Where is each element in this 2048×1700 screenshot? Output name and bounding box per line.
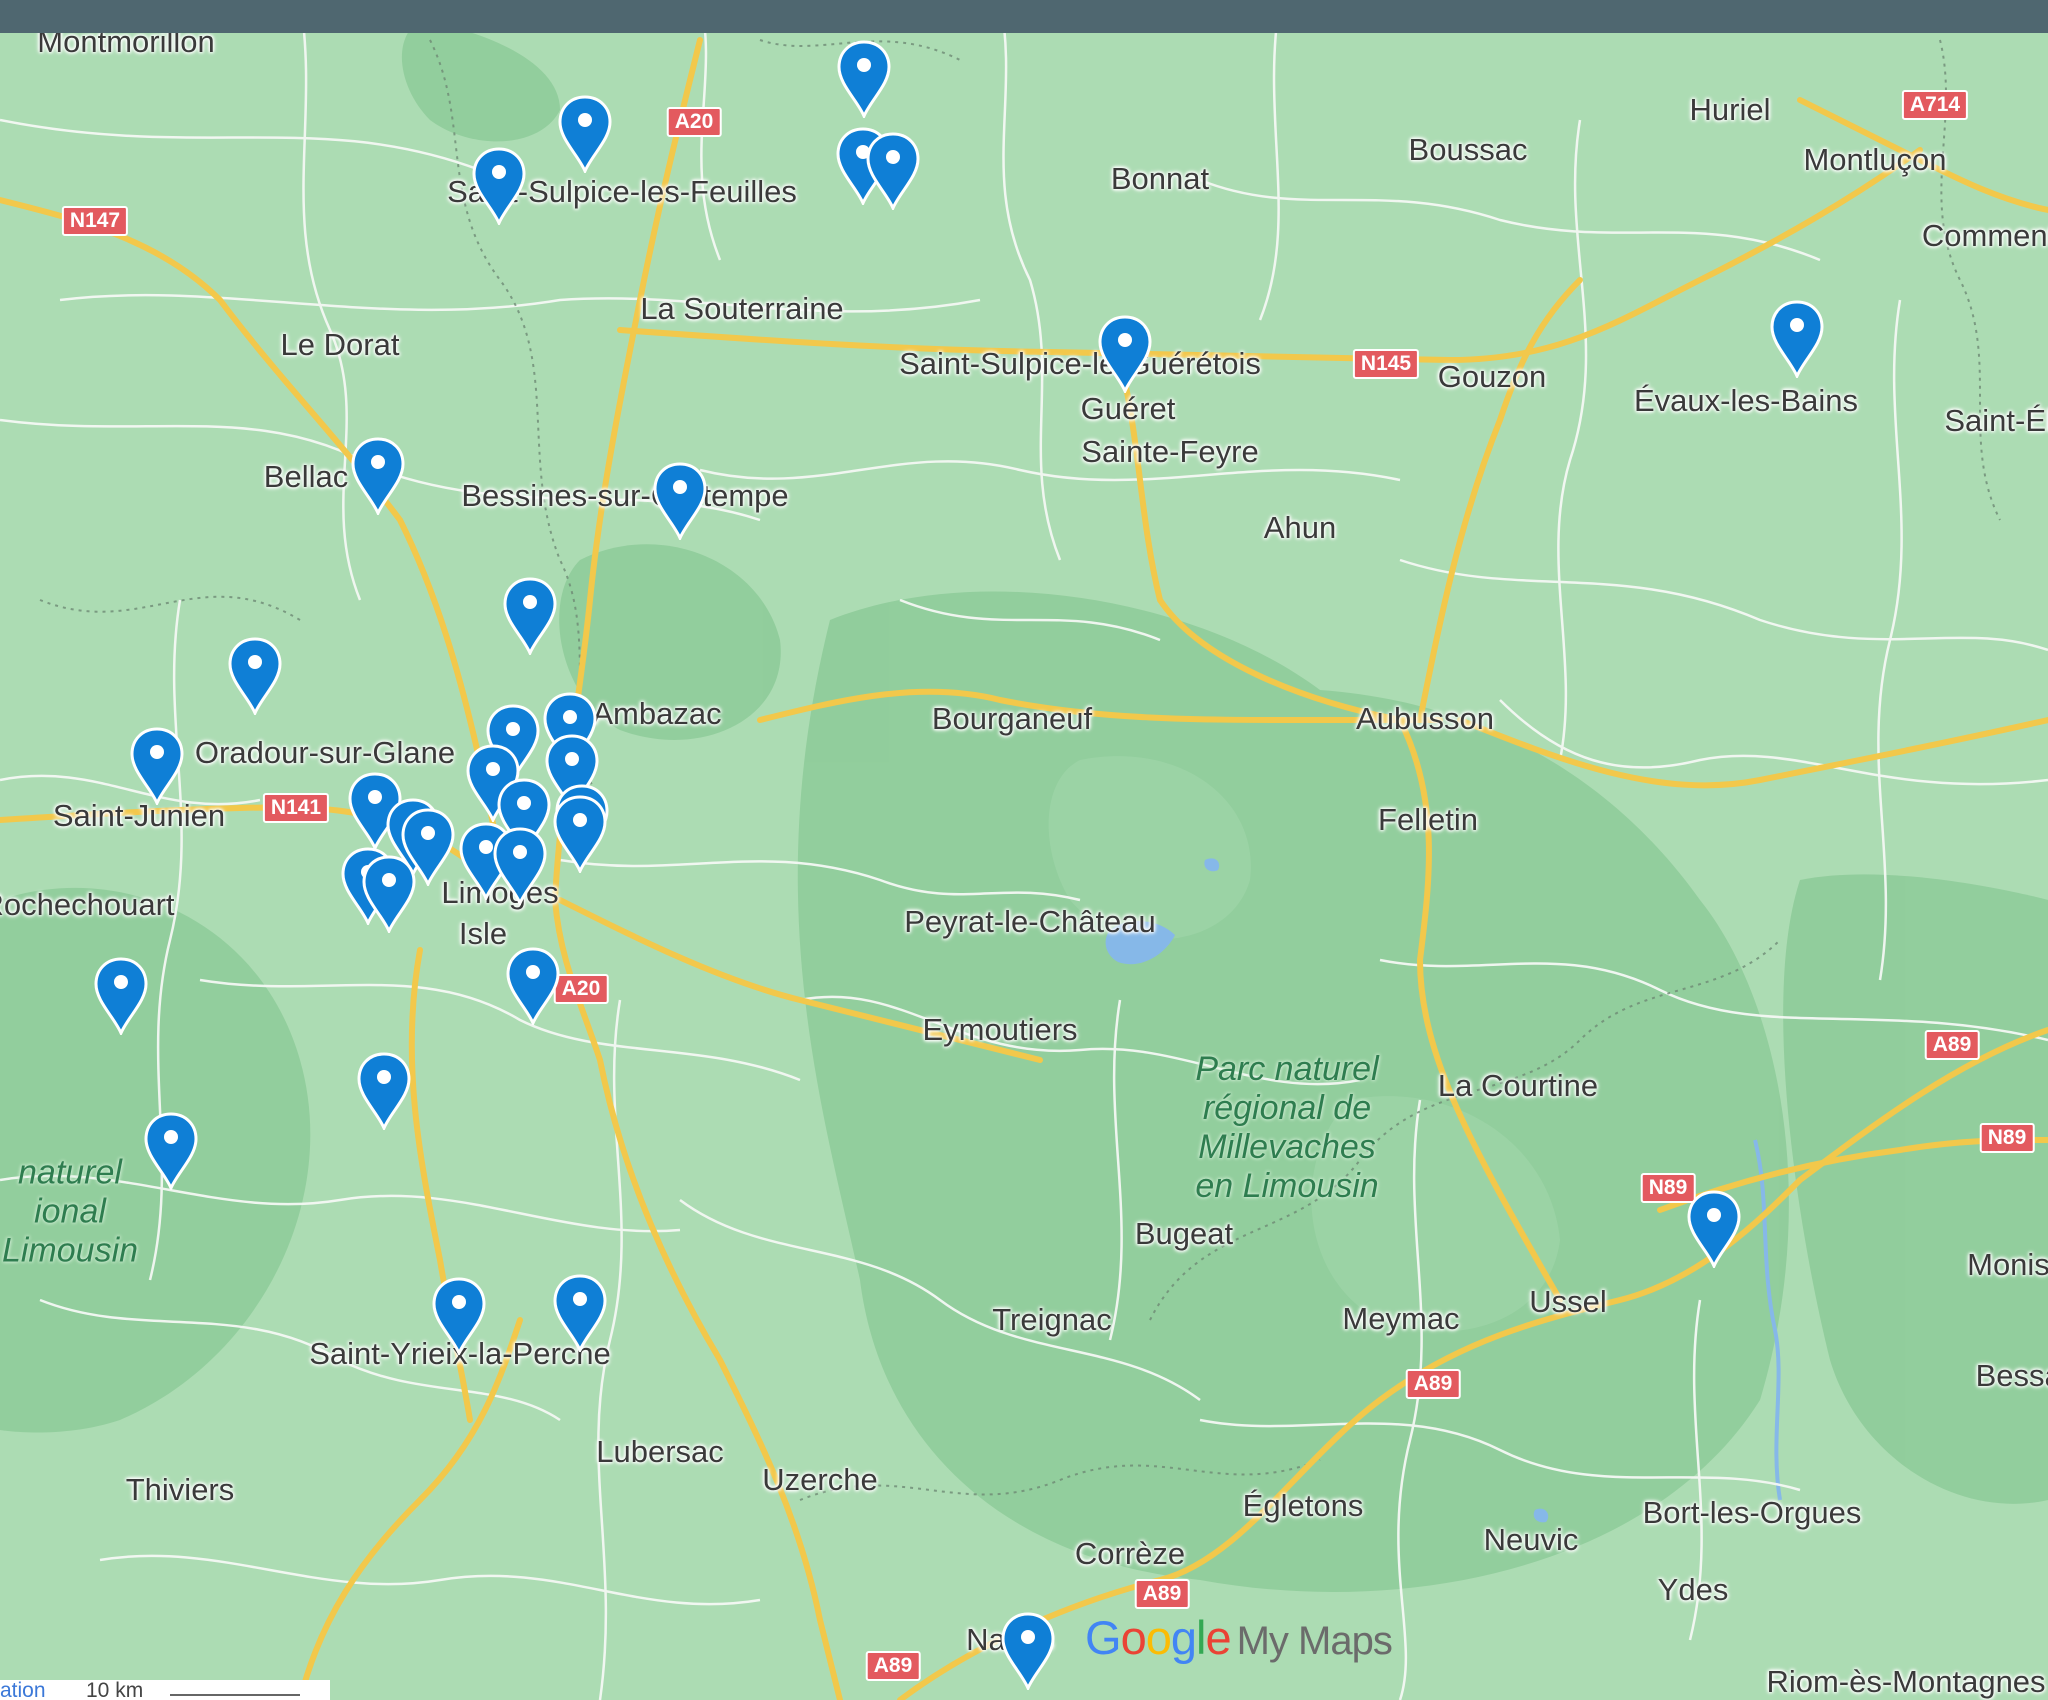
park-label: naturel ional Limousin xyxy=(2,1154,138,1271)
road-shield: N147 xyxy=(61,206,129,236)
place-label: Felletin xyxy=(1378,802,1478,837)
map-marker-pin-icon[interactable] xyxy=(1000,1612,1056,1690)
map-marker-pin-icon[interactable] xyxy=(836,40,892,118)
place-label: Bourganeuf xyxy=(931,701,1093,736)
place-label: Thiviers xyxy=(125,1472,235,1507)
place-label: Sainte-Feyre xyxy=(1081,434,1259,469)
place-label: Bessat xyxy=(1975,1358,2048,1393)
place-label: Bellac xyxy=(263,459,349,494)
park-label-line: Parc naturel xyxy=(1195,1050,1379,1088)
map-marker-pin-icon[interactable] xyxy=(471,147,527,225)
place-label: Monistrol xyxy=(1967,1247,2048,1282)
map-marker-pin-icon[interactable] xyxy=(1686,1190,1742,1268)
place-label: Ambazac xyxy=(592,696,722,731)
top-toolbar xyxy=(0,0,2048,33)
map-marker-pin-icon[interactable] xyxy=(350,437,406,515)
map-marker-pin-icon[interactable] xyxy=(552,795,608,873)
place-label: Riom-ès-Montagnes xyxy=(1766,1664,2046,1699)
road-shield: A89 xyxy=(1924,1030,1980,1060)
road-shield: N141 xyxy=(262,793,330,823)
place-label: Bort-les-Orgues xyxy=(1642,1495,1862,1530)
map-marker-pin-icon[interactable] xyxy=(1097,315,1153,393)
place-label: Bessines-sur-Gartempe xyxy=(461,478,789,513)
attribution-link[interactable]: ation xyxy=(0,1679,46,1700)
map-marker-pin-icon[interactable] xyxy=(552,1274,608,1352)
place-label: Lubersac xyxy=(596,1434,724,1469)
park-label-line: Limousin xyxy=(1,1231,139,1270)
park-label-line: Millevaches xyxy=(1198,1128,1376,1166)
place-label: Le Dorat xyxy=(280,327,400,362)
park-label-line: régional de xyxy=(1202,1089,1372,1127)
map-marker-pin-icon[interactable] xyxy=(557,95,613,173)
place-label: Oradour-sur-Glane xyxy=(194,735,456,770)
place-label: Meymac xyxy=(1342,1301,1460,1336)
place-label: Saint-Sulpice-le-Guérétois xyxy=(899,346,1261,381)
map-marker-pin-icon[interactable] xyxy=(361,855,417,933)
place-label: Isle xyxy=(458,916,508,951)
place-label: Bugeat xyxy=(1134,1216,1234,1251)
place-label: Bonnat xyxy=(1110,161,1210,196)
place-label: Commentry xyxy=(1921,218,2048,253)
map-marker-pin-icon[interactable] xyxy=(129,727,185,805)
map-marker-pin-icon[interactable] xyxy=(865,132,921,210)
scale-line xyxy=(170,1694,300,1696)
map-marker-pin-icon[interactable] xyxy=(356,1052,412,1130)
park-label: Parc naturel régional de Millevaches en Lim… xyxy=(1195,1050,1378,1206)
road-shield: A20 xyxy=(553,974,609,1004)
map-marker-pin-icon[interactable] xyxy=(227,637,283,715)
place-label: Huriel xyxy=(1689,92,1771,127)
place-label: Neuvic xyxy=(1483,1522,1579,1557)
scale-distance: 10 km xyxy=(86,1679,144,1700)
map-marker-pin-icon[interactable] xyxy=(1769,300,1825,378)
place-label: Boussac xyxy=(1408,132,1528,167)
road-shield: A89 xyxy=(865,1651,921,1681)
park-label-line: ional xyxy=(34,1192,106,1231)
road-shield: N89 xyxy=(1979,1123,2035,1153)
place-label: Eymoutiers xyxy=(922,1012,1078,1047)
place-label: Montluçon xyxy=(1803,142,1947,177)
road-shield: A714 xyxy=(1901,90,1969,120)
place-label: Treignac xyxy=(992,1302,1112,1337)
place-label: Corrèze xyxy=(1074,1536,1186,1571)
map-marker-pin-icon[interactable] xyxy=(505,947,561,1025)
place-label: Peyrat-le-Château xyxy=(904,904,1156,939)
place-label: Ahun xyxy=(1263,510,1337,545)
map-marker-pin-icon[interactable] xyxy=(502,577,558,655)
road-shield: N145 xyxy=(1352,349,1420,379)
place-label: Rochechouart xyxy=(0,887,175,922)
place-label: Ussel xyxy=(1529,1284,1607,1319)
map-marker-pin-icon[interactable] xyxy=(431,1277,487,1355)
place-label: Uzerche xyxy=(762,1462,878,1497)
map-base xyxy=(0,0,2048,1700)
map-marker-pin-icon[interactable] xyxy=(93,957,149,1035)
scale-bar: ation 10 km xyxy=(0,1679,330,1700)
place-label: Guéret xyxy=(1080,391,1176,426)
place-label: La Souterraine xyxy=(640,291,844,326)
park-label-line: en Limousin xyxy=(1195,1167,1379,1205)
place-label: Saint-Éloy xyxy=(1944,403,2048,438)
place-label: La Courtine xyxy=(1437,1068,1599,1103)
place-label: Aubusson xyxy=(1356,701,1494,736)
map-canvas[interactable]: Montmorillon Huriel Boussac Bonnat Montluçon… xyxy=(0,0,2048,1700)
road-shield: A89 xyxy=(1405,1369,1461,1399)
place-label: Évaux-les-Bains xyxy=(1634,383,1858,418)
park-label-line: naturel xyxy=(18,1153,122,1192)
google-my-maps-logo: Google My Maps xyxy=(1085,1611,1393,1664)
place-label: Ydes xyxy=(1657,1572,1729,1607)
place-label: Gouzon xyxy=(1437,359,1547,394)
place-label: Égletons xyxy=(1242,1488,1364,1523)
map-marker-pin-icon[interactable] xyxy=(652,462,708,540)
road-shield: A20 xyxy=(666,107,722,137)
road-shield: A89 xyxy=(1134,1579,1190,1609)
map-marker-pin-icon[interactable] xyxy=(492,827,548,905)
map-marker-pin-icon[interactable] xyxy=(143,1112,199,1190)
